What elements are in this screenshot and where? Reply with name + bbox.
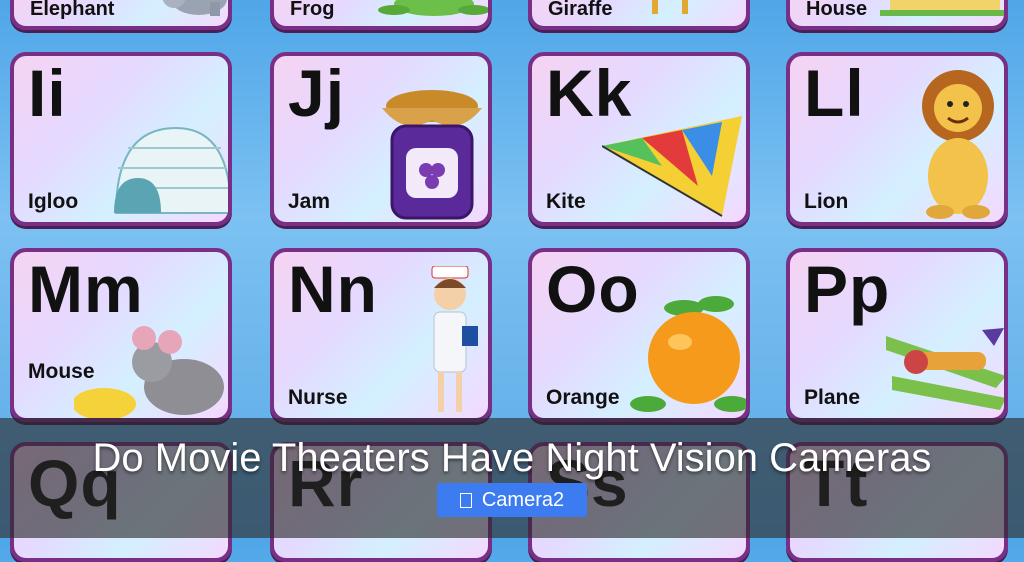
plane-icon — [886, 328, 1004, 410]
card-word: Plane — [804, 386, 861, 409]
card-kite: Kk Kite — [528, 52, 750, 226]
card-word: Nurse — [288, 386, 348, 409]
card-letter: Ii — [28, 56, 67, 130]
page-title: Do Movie Theaters Have Night Vision Came… — [92, 436, 932, 480]
elephant-icon — [162, 0, 227, 16]
card-jam: Jj Jam — [270, 52, 492, 226]
orange-icon — [630, 296, 746, 412]
card-mouse: Mm Mouse — [10, 248, 232, 422]
house-icon — [880, 0, 1004, 16]
card-elephant: Elephant — [10, 0, 232, 30]
card-word: Frog — [290, 0, 335, 20]
card-letter: Oo — [546, 252, 640, 326]
card-word: Lion — [804, 190, 849, 213]
category-tag-button[interactable]: Camera2 — [437, 483, 587, 517]
lion-icon — [922, 70, 994, 219]
igloo-icon — [114, 126, 228, 214]
card-letter: Nn — [288, 252, 378, 326]
card-word: House — [806, 0, 868, 20]
card-word: Giraffe — [548, 0, 613, 20]
card-frog: Frog — [270, 0, 492, 30]
card-orange: Oo Orange — [528, 248, 750, 422]
card-house: House — [786, 0, 1008, 30]
card-igloo: Ii Igloo — [10, 52, 232, 226]
card-letter: Jj — [288, 56, 346, 130]
card-letter: Pp — [804, 252, 891, 326]
card-nurse: Nn Nurse — [270, 248, 492, 422]
card-word: Jam — [288, 190, 331, 213]
giraffe-icon — [652, 0, 688, 14]
card-word: Orange — [546, 386, 620, 409]
card-giraffe: Giraffe — [528, 0, 750, 30]
card-lion: Ll Lion — [786, 52, 1008, 226]
card-word: Kite — [546, 190, 586, 213]
kite-icon — [602, 116, 742, 217]
card-letter: Ll — [804, 56, 865, 130]
nurse-icon — [431, 266, 478, 412]
jam-jar-icon — [382, 90, 482, 220]
card-word: Elephant — [30, 0, 115, 20]
card-plane: Pp Plane — [786, 248, 1008, 422]
card-word: Igloo — [28, 190, 79, 213]
document-icon — [459, 492, 472, 508]
frog-icon — [378, 0, 488, 16]
category-tag-label: Camera2 — [481, 488, 565, 511]
mouse-icon — [74, 326, 224, 418]
